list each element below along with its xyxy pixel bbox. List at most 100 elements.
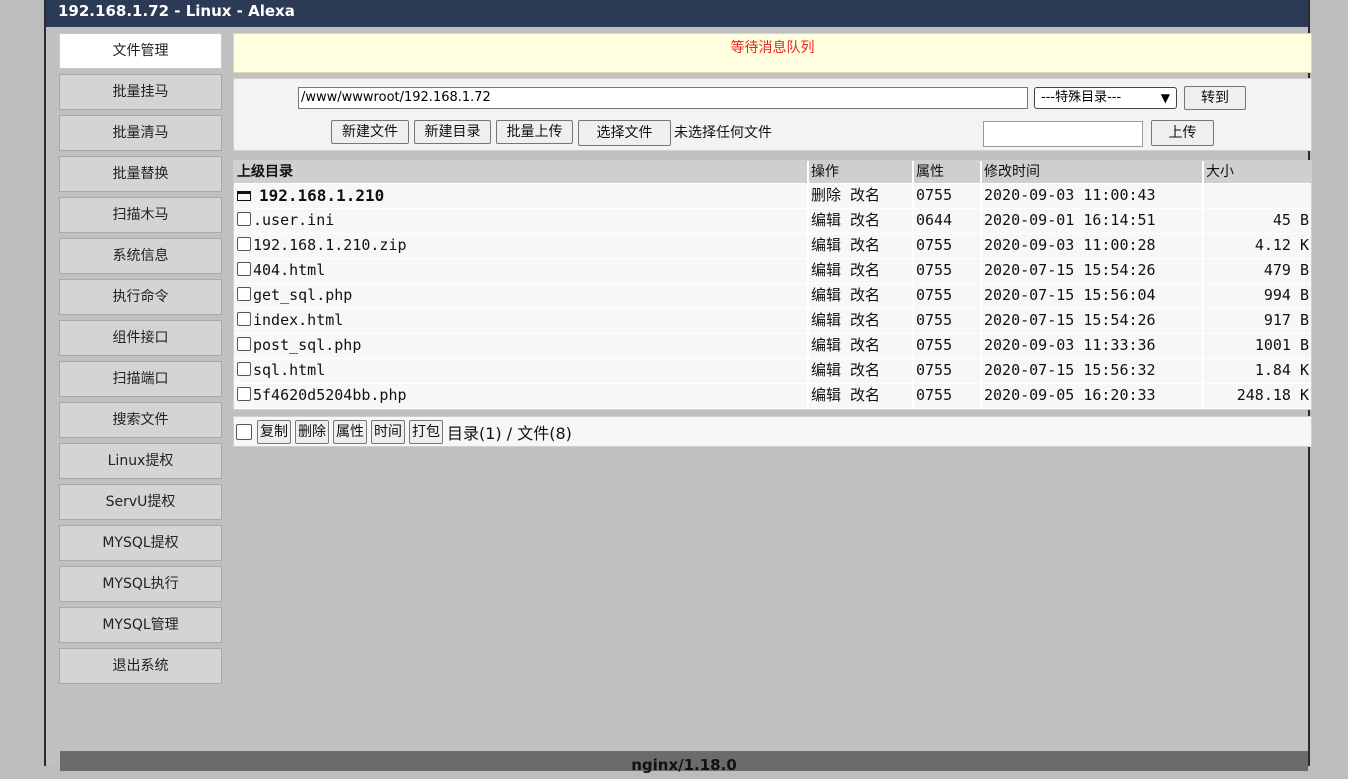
file-checkbox[interactable] — [237, 262, 251, 276]
file-name-link[interactable]: sql.html — [253, 361, 325, 379]
time-link[interactable]: 2020-09-03 11:00:43 — [982, 184, 1204, 208]
delete-button[interactable]: 删除 — [295, 419, 329, 444]
chevron-down-icon: ▼ — [1160, 91, 1170, 105]
time-link[interactable]: 2020-09-01 16:14:51 — [982, 209, 1204, 233]
attr-button[interactable]: 属性 — [333, 419, 367, 444]
sidebar-item-exec-command[interactable]: 执行命令 — [59, 279, 222, 315]
sidebar-item-batch-hang[interactable]: 批量挂马 — [59, 74, 222, 110]
edit-link[interactable]: 编辑 — [811, 386, 841, 404]
edit-link[interactable]: 编辑 — [811, 311, 841, 329]
file-checkbox[interactable] — [237, 337, 251, 351]
upload-button[interactable]: 上传 — [1151, 120, 1214, 146]
edit-link[interactable]: 编辑 — [811, 236, 841, 254]
rename-link[interactable]: 改名 — [850, 361, 880, 379]
rename-link[interactable]: 改名 — [850, 261, 880, 279]
table-row: post_sql.php 编辑 改名 0755 2020-09-03 11:33… — [234, 334, 1311, 359]
perm-link[interactable]: 0755 — [914, 234, 982, 258]
sidebar-item-linux-privesc[interactable]: Linux提权 — [59, 443, 222, 479]
header-perm: 属性 — [914, 161, 982, 183]
new-file-button[interactable]: 新建文件 — [331, 120, 409, 144]
dir-name-link[interactable]: 192.168.1.210 — [259, 186, 384, 205]
parent-dir-link[interactable]: 上级目录 — [234, 161, 809, 183]
batch-upload-button[interactable]: 批量上传 — [496, 120, 573, 144]
file-toolbar: /www/wwwroot/192.168.1.72 ---特殊目录--- ▼ 转… — [233, 78, 1312, 151]
rename-link[interactable]: 改名 — [850, 236, 880, 254]
header-ops: 操作 — [809, 161, 914, 183]
file-name-link[interactable]: .user.ini — [253, 211, 334, 229]
special-dir-select-value: ---特殊目录--- — [1041, 90, 1122, 105]
file-checkbox[interactable] — [237, 287, 251, 301]
sidebar-item-scan-ports[interactable]: 扫描端口 — [59, 361, 222, 397]
file-checkbox[interactable] — [237, 387, 251, 401]
pack-button[interactable]: 打包 — [409, 419, 443, 444]
goto-button[interactable]: 转到 — [1184, 86, 1246, 110]
select-all-checkbox[interactable] — [236, 423, 252, 440]
file-checkbox[interactable] — [237, 312, 251, 326]
sidebar-item-mysql-exec[interactable]: MYSQL执行 — [59, 566, 222, 602]
perm-link[interactable]: 0755 — [914, 284, 982, 308]
rename-link[interactable]: 改名 — [850, 311, 880, 329]
sidebar-item-servu-privesc[interactable]: ServU提权 — [59, 484, 222, 520]
perm-link[interactable]: 0644 — [914, 209, 982, 233]
copy-button[interactable]: 复制 — [257, 419, 291, 444]
file-name-link[interactable]: 192.168.1.210.zip — [253, 236, 407, 254]
size-cell: 479 B — [1263, 261, 1309, 279]
rename-link[interactable]: 改名 — [850, 336, 880, 354]
choose-file-button[interactable]: 选择文件 — [578, 120, 671, 146]
sidebar-item-batch-clean[interactable]: 批量清马 — [59, 115, 222, 151]
file-checkbox[interactable] — [237, 212, 251, 226]
rename-link[interactable]: 改名 — [850, 386, 880, 404]
time-link[interactable]: 2020-07-15 15:54:26 — [982, 259, 1204, 283]
edit-link[interactable]: 编辑 — [811, 361, 841, 379]
table-row: 5f4620d5204bb.php 编辑 改名 0755 2020-09-05 … — [234, 384, 1311, 409]
perm-link[interactable]: 0755 — [914, 259, 982, 283]
file-checkbox[interactable] — [237, 362, 251, 376]
size-cell: 917 B — [1263, 311, 1309, 329]
sidebar-item-scan-trojan[interactable]: 扫描木马 — [59, 197, 222, 233]
special-dir-select[interactable]: ---特殊目录--- ▼ — [1034, 87, 1177, 109]
dir-file-counts: 目录(1) / 文件(8) — [447, 423, 572, 443]
rename-link[interactable]: 改名 — [850, 211, 880, 229]
file-table: 上级目录 操作 属性 修改时间 大小 192.168.1.210 删除 改名 0… — [233, 160, 1312, 410]
file-name-link[interactable]: 5f4620d5204bb.php — [253, 386, 407, 404]
time-link[interactable]: 2020-09-05 16:20:33 — [982, 384, 1204, 408]
new-dir-button[interactable]: 新建目录 — [414, 120, 491, 144]
path-input[interactable]: /www/wwwroot/192.168.1.72 — [298, 87, 1028, 109]
edit-link[interactable]: 编辑 — [811, 286, 841, 304]
time-link[interactable]: 2020-07-15 15:54:26 — [982, 309, 1204, 333]
app-frame: 192.168.1.72 - Linux - Alexa 文件管理 批量挂马 批… — [44, 0, 1312, 774]
sidebar-item-mysql-manage[interactable]: MYSQL管理 — [59, 607, 222, 643]
time-link[interactable]: 2020-07-15 15:56:32 — [982, 359, 1204, 383]
table-row: 192.168.1.210.zip 编辑 改名 0755 2020-09-03 … — [234, 234, 1311, 259]
perm-link[interactable]: 0755 — [914, 359, 982, 383]
sidebar-item-mysql-privesc[interactable]: MYSQL提权 — [59, 525, 222, 561]
sidebar-item-search-files[interactable]: 搜索文件 — [59, 402, 222, 438]
sidebar-item-components[interactable]: 组件接口 — [59, 320, 222, 356]
sidebar-item-system-info[interactable]: 系统信息 — [59, 238, 222, 274]
perm-link[interactable]: 0755 — [914, 384, 982, 408]
file-checkbox[interactable] — [237, 237, 251, 251]
file-name-link[interactable]: get_sql.php — [253, 286, 352, 304]
sidebar-item-logout[interactable]: 退出系统 — [59, 648, 222, 684]
time-link[interactable]: 2020-09-03 11:00:28 — [982, 234, 1204, 258]
time-button[interactable]: 时间 — [371, 419, 405, 444]
time-link[interactable]: 2020-07-15 15:56:04 — [982, 284, 1204, 308]
edit-link[interactable]: 编辑 — [811, 336, 841, 354]
header-size: 大小 — [1206, 164, 1234, 180]
perm-link[interactable]: 0755 — [914, 334, 982, 358]
edit-link[interactable]: 编辑 — [811, 211, 841, 229]
perm-link[interactable]: 0755 — [914, 309, 982, 333]
sidebar-item-file-manager[interactable]: 文件管理 — [59, 33, 222, 69]
folder-icon — [237, 191, 251, 201]
upload-name-input[interactable] — [983, 121, 1143, 147]
rename-link[interactable]: 改名 — [850, 186, 880, 204]
file-name-link[interactable]: index.html — [253, 311, 343, 329]
time-link[interactable]: 2020-09-03 11:33:36 — [982, 334, 1204, 358]
file-name-link[interactable]: 404.html — [253, 261, 325, 279]
perm-link[interactable]: 0755 — [914, 184, 982, 208]
rename-link[interactable]: 改名 — [850, 286, 880, 304]
file-name-link[interactable]: post_sql.php — [253, 336, 361, 354]
edit-link[interactable]: 编辑 — [811, 261, 841, 279]
delete-link[interactable]: 删除 — [811, 186, 841, 204]
sidebar-item-batch-replace[interactable]: 批量替换 — [59, 156, 222, 192]
